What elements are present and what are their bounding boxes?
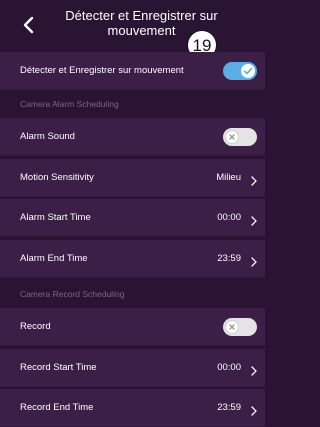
record-end-time-value: 23:59 <box>217 402 241 413</box>
chevron-right-icon <box>251 254 257 267</box>
alarm-start-time-row[interactable]: Alarm Start Time 00:00 <box>0 199 265 237</box>
record-row: Record <box>0 308 265 346</box>
alarm-sound-toggle[interactable] <box>223 128 257 146</box>
record-end-time-row[interactable]: Record End Time 23:59 <box>0 389 265 427</box>
motion-sensitivity-label: Motion Sensitivity <box>20 172 94 183</box>
alarm-end-time-value: 23:59 <box>217 253 241 264</box>
alarm-end-time-row[interactable]: Alarm End Time 23:59 <box>0 240 265 278</box>
alarm-scheduling-section: Camera Alarm Scheduling <box>0 90 265 118</box>
record-start-time-label: Record Start Time <box>20 362 97 373</box>
section-label: Camera Record Scheduling <box>20 289 125 299</box>
record-toggle[interactable] <box>223 318 257 336</box>
chevron-right-icon <box>251 213 257 226</box>
record-start-time-value: 00:00 <box>217 362 241 373</box>
record-start-time-row[interactable]: Record Start Time 00:00 <box>0 349 265 387</box>
header-bar: Détecter et Enregistrer sur mouvement <box>0 0 265 52</box>
toggle-knob <box>241 64 255 78</box>
chevron-right-icon <box>251 403 257 416</box>
section-label: Camera Alarm Scheduling <box>20 99 119 109</box>
motion-sensitivity-row[interactable]: Motion Sensitivity Milieu <box>0 159 265 197</box>
alarm-sound-label: Alarm Sound <box>20 131 75 142</box>
alarm-sound-row: Alarm Sound <box>0 118 265 156</box>
x-icon <box>229 134 235 140</box>
alarm-end-time-label: Alarm End Time <box>20 253 88 264</box>
detect-record-toggle[interactable] <box>223 62 257 80</box>
toggle-knob <box>225 320 239 334</box>
record-end-time-label: Record End Time <box>20 402 94 413</box>
chevron-right-icon <box>251 363 257 376</box>
detect-record-row: Détecter et Enregistrer sur mouvement <box>0 52 265 90</box>
record-label: Record <box>20 321 51 332</box>
record-scheduling-section: Camera Record Scheduling <box>0 280 265 308</box>
check-icon <box>243 67 253 75</box>
back-icon[interactable] <box>22 16 36 34</box>
x-icon <box>229 324 235 330</box>
motion-sensitivity-value: Milieu <box>216 172 241 183</box>
detect-record-label: Détecter et Enregistrer sur mouvement <box>20 65 184 76</box>
toggle-knob <box>225 130 239 144</box>
alarm-start-time-value: 00:00 <box>217 212 241 223</box>
alarm-start-time-label: Alarm Start Time <box>20 212 91 223</box>
chevron-right-icon <box>251 173 257 186</box>
